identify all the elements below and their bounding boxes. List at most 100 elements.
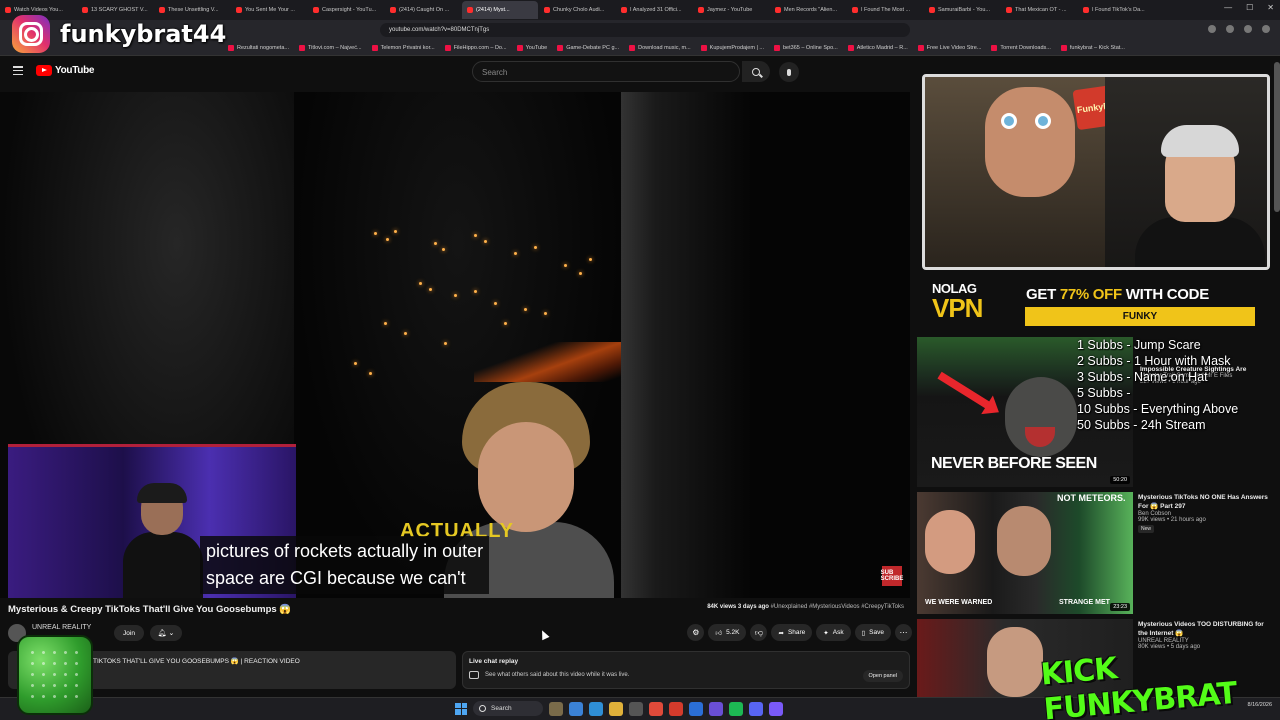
- store-icon[interactable]: [629, 701, 643, 716]
- browser-tab-label: 13 SCARY GHOST V...: [91, 7, 148, 13]
- dislike-button[interactable]: 👎︎: [750, 624, 768, 641]
- windows-start-icon[interactable]: [455, 702, 467, 715]
- voice-search-button[interactable]: [779, 62, 799, 82]
- youtube-logo[interactable]: YouTube: [36, 65, 95, 76]
- bookmark-item[interactable]: KupujemProdajem | ...: [700, 44, 764, 51]
- spotify-icon[interactable]: [729, 701, 743, 716]
- extension-icon[interactable]: [1226, 25, 1234, 33]
- notification-bell-button[interactable]: 🔔︎ ⌄: [150, 625, 182, 641]
- bookmark-item[interactable]: Free Live Video Stre...: [917, 44, 981, 51]
- arrow-icon: [937, 371, 993, 411]
- ask-button[interactable]: ✦ Ask: [816, 624, 851, 641]
- browser-tab[interactable]: Men Records "Alien...: [770, 1, 846, 19]
- bookmark-item[interactable]: funkybrat – Kick Stat...: [1060, 44, 1125, 51]
- bookmark-item[interactable]: YouTube: [516, 44, 547, 51]
- bookmark-item[interactable]: Titlovi.com – Najveć...: [298, 44, 362, 51]
- more-icon: ⋯: [899, 628, 908, 637]
- minimize-icon[interactable]: —: [1224, 3, 1232, 12]
- instagram-icon: [12, 15, 50, 53]
- widgets-icon[interactable]: [549, 701, 563, 716]
- chrome-icon[interactable]: [649, 701, 663, 716]
- bookmark-item[interactable]: bet365 – Online Spo...: [774, 44, 838, 51]
- description-text: TIKTOKS THAT'LL GIVE YOU GOOSEBUMPS 😱 | …: [93, 658, 300, 665]
- youtube-header: YouTube Search: [0, 57, 910, 87]
- bookmark-item[interactable]: FileHippo.com – Do...: [444, 44, 507, 51]
- browser-tab-label: I Found The Most ...: [861, 7, 911, 13]
- browser-tab[interactable]: (2414) Myst...: [462, 1, 538, 19]
- url-field[interactable]: youtube.com/watch?v=80DMCTnjTgs: [380, 23, 910, 37]
- bell-icon: 🔔︎ ⌄: [157, 630, 175, 637]
- browser-tab-label: You Sent Me Your ...: [245, 7, 295, 13]
- browser-tab[interactable]: I Analyzed 31 Offici...: [616, 1, 692, 19]
- streamer-webcam: FunkyBrat: [922, 74, 1270, 270]
- browser-tab-label: (2414) Caught On ...: [399, 7, 450, 13]
- city-light: [374, 232, 377, 235]
- profile-icon[interactable]: [1262, 25, 1270, 33]
- nolag-vpn-logo: NOLAG VPN: [932, 281, 983, 323]
- extension-icon[interactable]: [1244, 25, 1252, 33]
- bookmark-item[interactable]: Telemon Privatni kor...: [371, 44, 435, 51]
- city-light: [579, 272, 582, 275]
- thumbnail-text: WE WERE WARNED: [925, 599, 993, 606]
- live-chat-description: See what others said about this video wh…: [485, 672, 630, 678]
- bookmark-item[interactable]: Game-Debate PC g...: [557, 44, 619, 51]
- join-button[interactable]: Join: [114, 625, 144, 641]
- open-panel-button[interactable]: Open panel: [862, 670, 903, 682]
- share-button[interactable]: ➦ Share: [771, 624, 813, 641]
- youtube-favicon-icon: [852, 7, 858, 13]
- browser-tab[interactable]: You Sent Me Your ...: [231, 1, 307, 19]
- app-icon[interactable]: [769, 701, 783, 716]
- recommended-thumbnail[interactable]: NOT METEORS. WE WERE WARNED STRANGE MET …: [917, 492, 1133, 614]
- browser-tab-label: Caspersight - YouTu...: [322, 7, 377, 13]
- browser-tab[interactable]: Chunky Cholo Audi...: [539, 1, 615, 19]
- channel-name[interactable]: UNREAL REALITY: [32, 624, 91, 631]
- teams-icon[interactable]: [709, 701, 723, 716]
- close-icon[interactable]: ✕: [1267, 3, 1274, 12]
- youtube-favicon-icon: [313, 7, 319, 13]
- page-scrollbar[interactable]: [1274, 62, 1280, 212]
- save-button[interactable]: ▯ Save: [854, 624, 891, 641]
- thumbnail-text: STRANGE MET: [1059, 599, 1110, 606]
- video-blur-right: [621, 92, 910, 598]
- search-input[interactable]: Search: [472, 61, 740, 82]
- app-icon[interactable]: [689, 701, 703, 716]
- thumbs-up-icon: 👍︎: [715, 629, 723, 637]
- instagram-handle: funkybrat44: [60, 20, 227, 48]
- recommended-info[interactable]: Mysterious TikToks NO ONE Has Answers Fo…: [1138, 493, 1273, 533]
- brave-icon[interactable]: [669, 701, 683, 716]
- caption-line: pictures of rockets actually in outer: [206, 541, 484, 561]
- extension-icon[interactable]: [1208, 25, 1216, 33]
- subscribe-watermark[interactable]: SUB SCRIBE: [881, 566, 903, 586]
- bookmark-item[interactable]: Torrent Downloads...: [991, 44, 1051, 51]
- settings-icon[interactable]: ⚙: [687, 624, 705, 641]
- taskbar-search[interactable]: Search: [473, 701, 543, 716]
- window-controls: — ☐ ✕: [1224, 3, 1274, 12]
- browser-tab[interactable]: I Found The Most ...: [847, 1, 923, 19]
- city-light: [589, 258, 592, 261]
- bookmark-item[interactable]: Rezultati nogometa...: [228, 44, 289, 51]
- browser-tab[interactable]: Jaymez - YouTube: [693, 1, 769, 19]
- like-button[interactable]: 👍︎ 5.2K: [708, 624, 747, 641]
- edge-icon[interactable]: [589, 701, 603, 716]
- bookmark-favicon-icon: [557, 44, 564, 51]
- browser-tab[interactable]: I Found TikTok's Da...: [1078, 1, 1154, 19]
- search-button[interactable]: [742, 61, 770, 82]
- browser-tab[interactable]: SamuraiBarbi - You...: [924, 1, 1000, 19]
- browser-tab[interactable]: Caspersight - YouTu...: [308, 1, 384, 19]
- discord-icon[interactable]: [749, 701, 763, 716]
- sub-goal-line: 10 Subbs - Everything Above: [1077, 402, 1239, 416]
- browser-tab[interactable]: That Mexican OT - ...: [1001, 1, 1077, 19]
- browser-tab[interactable]: (2414) Caught On ...: [385, 1, 461, 19]
- youtube-favicon-icon: [1083, 7, 1089, 13]
- maximize-icon[interactable]: ☐: [1246, 3, 1253, 12]
- bookmark-item[interactable]: Atletico Madrid – R...: [847, 44, 908, 51]
- file-explorer-icon[interactable]: [609, 701, 623, 716]
- city-light: [444, 342, 447, 345]
- menu-icon[interactable]: [13, 66, 23, 75]
- video-player[interactable]: ACTUALLY pictures of rockets actually in…: [0, 92, 910, 598]
- bookmark-item[interactable]: Download music, m...: [629, 44, 691, 51]
- bookmark-favicon-icon: [371, 44, 378, 51]
- youtube-favicon-icon: [1006, 7, 1012, 13]
- more-options-button[interactable]: ⋯: [895, 624, 912, 641]
- copilot-icon[interactable]: [569, 701, 583, 716]
